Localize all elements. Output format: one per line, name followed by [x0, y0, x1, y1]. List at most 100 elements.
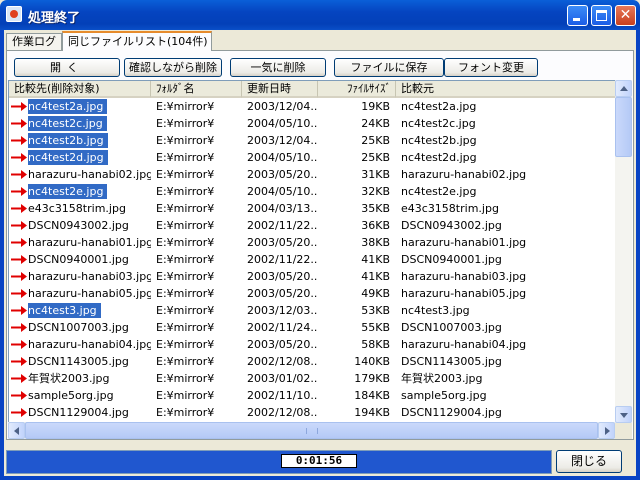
target-cell[interactable]: DSCN1129004.jpg: [9, 404, 151, 421]
horizontal-scroll-thumb[interactable]: [25, 422, 598, 439]
table-row[interactable]: DSCN1143005.jpg E:¥mirror¥ 2002/12/08... 14…: [9, 353, 616, 370]
target-cell[interactable]: nc4test2c.jpg: [9, 115, 151, 132]
maximize-button[interactable]: [591, 5, 612, 26]
table-row[interactable]: DSCN1007003.jpg E:¥mirror¥ 2002/11/24... 55…: [9, 319, 616, 336]
table-row[interactable]: nc4test2b.jpg E:¥mirror¥ 2003/12/04... 25KB…: [9, 132, 616, 149]
target-cell[interactable]: DSCN0940001.jpg: [9, 251, 151, 268]
column-header-modified[interactable]: 更新日時: [242, 81, 318, 98]
scroll-left-button[interactable]: [8, 422, 25, 439]
table-row[interactable]: harazuru-hanabi03.jpg E:¥mirror¥ 2003/05/2…: [9, 268, 616, 285]
column-header-source[interactable]: 比較元: [396, 81, 616, 98]
bulk-delete-button[interactable]: 一気に削除: [230, 58, 326, 77]
scroll-down-button[interactable]: [615, 406, 632, 423]
horizontal-scrollbar[interactable]: [8, 422, 615, 439]
target-cell[interactable]: DSCN1007003.jpg: [9, 319, 151, 336]
target-cell[interactable]: nc4test3.jpg: [9, 302, 151, 319]
table-row[interactable]: DSCN0943002.jpg E:¥mirror¥ 2002/11/22... 36…: [9, 217, 616, 234]
size-cell: 194KB: [354, 406, 390, 419]
folder-cell: E:¥mirror¥: [156, 168, 215, 181]
tab-work-log[interactable]: 作業ログ: [6, 33, 62, 50]
target-filename: harazuru-hanabi04.jpg: [28, 338, 151, 351]
target-cell[interactable]: DSCN1143005.jpg: [9, 353, 151, 370]
window-frame-left: [0, 30, 4, 480]
table-row[interactable]: sample5org.jpg E:¥mirror¥ 2002/11/10... 184…: [9, 387, 616, 404]
scroll-up-button[interactable]: [615, 80, 632, 97]
close-button[interactable]: 閉じる: [556, 450, 622, 473]
source-cell: DSCN1007003.jpg: [401, 321, 502, 334]
target-cell[interactable]: nc4test2e.jpg: [9, 183, 151, 200]
confirm-delete-button[interactable]: 確認しながら削除: [124, 58, 222, 77]
folder-cell: E:¥mirror¥: [156, 219, 215, 232]
table-row[interactable]: harazuru-hanabi04.jpg E:¥mirror¥ 2003/05/2…: [9, 336, 616, 353]
size-cell: 35KB: [361, 202, 390, 215]
target-cell[interactable]: e43c3158trim.jpg: [9, 200, 151, 217]
source-cell: harazuru-hanabi05.jpg: [401, 287, 527, 300]
size-cell: 55KB: [361, 321, 390, 334]
target-cell[interactable]: harazuru-hanabi04.jpg: [9, 336, 151, 353]
target-cell[interactable]: 年賀状2003.jpg: [9, 370, 151, 387]
modified-cell: 2002/11/22...: [247, 219, 317, 232]
app-icon[interactable]: [6, 6, 22, 22]
column-header-target[interactable]: 比較先(削除対象): [9, 81, 151, 98]
modified-cell: 2003/12/04...: [247, 100, 317, 113]
window-frame-bottom: [0, 476, 640, 480]
target-cell[interactable]: DSCN0943002.jpg: [9, 217, 151, 234]
window-frame-right: [636, 30, 640, 480]
arrow-right-icon: [11, 255, 27, 264]
modified-cell: 2003/05/20...: [247, 168, 317, 181]
size-cell: 25KB: [361, 151, 390, 164]
target-cell[interactable]: nc4test2d.jpg: [9, 149, 151, 166]
source-cell: e43c3158trim.jpg: [401, 202, 499, 215]
close-window-button[interactable]: ✕: [615, 5, 636, 26]
modified-cell: 2004/05/10...: [247, 117, 317, 130]
table-row[interactable]: nc4test2c.jpg E:¥mirror¥ 2004/05/10... 24KB…: [9, 115, 616, 132]
table-row[interactable]: nc4test2e.jpg E:¥mirror¥ 2004/05/10... 32KB…: [9, 183, 616, 200]
table-row[interactable]: nc4test3.jpg E:¥mirror¥ 2003/12/03... 53KB n…: [9, 302, 616, 319]
target-cell[interactable]: nc4test2b.jpg: [9, 132, 151, 149]
target-cell[interactable]: harazuru-hanabi03.jpg: [9, 268, 151, 285]
target-filename: nc4test2d.jpg: [28, 150, 108, 165]
table-row[interactable]: harazuru-hanabi02.jpg E:¥mirror¥ 2003/05/2…: [9, 166, 616, 183]
table-row[interactable]: e43c3158trim.jpg E:¥mirror¥ 2004/03/13... 3…: [9, 200, 616, 217]
modified-cell: 2004/05/10...: [247, 151, 317, 164]
folder-cell: E:¥mirror¥: [156, 151, 215, 164]
target-filename: DSCN1143005.jpg: [28, 355, 129, 368]
vertical-scroll-thumb[interactable]: [615, 97, 632, 157]
source-cell: nc4test3.jpg: [401, 304, 470, 317]
table-row[interactable]: DSCN0940001.jpg E:¥mirror¥ 2002/11/22... 41…: [9, 251, 616, 268]
table-row[interactable]: DSCN1129004.jpg E:¥mirror¥ 2002/12/08... 19…: [9, 404, 616, 421]
target-cell[interactable]: nc4test2a.jpg: [9, 98, 151, 115]
modified-cell: 2004/05/10...: [247, 185, 317, 198]
table-row[interactable]: nc4test2a.jpg E:¥mirror¥ 2003/12/04... 19KB…: [9, 98, 616, 115]
arrow-right-icon: [11, 238, 27, 247]
source-cell: harazuru-hanabi02.jpg: [401, 168, 527, 181]
table-row[interactable]: 年賀状2003.jpg E:¥mirror¥ 2003/01/02... 179KB 年…: [9, 370, 616, 387]
scroll-right-button[interactable]: [598, 422, 615, 439]
save-to-file-button[interactable]: ファイルに保存: [334, 58, 444, 77]
title-bar[interactable]: 処理終了 ✕: [0, 0, 640, 30]
target-cell[interactable]: harazuru-hanabi02.jpg: [9, 166, 151, 183]
minimize-button[interactable]: [567, 5, 588, 26]
table-row[interactable]: harazuru-hanabi01.jpg E:¥mirror¥ 2003/05/2…: [9, 234, 616, 251]
target-cell[interactable]: harazuru-hanabi01.jpg: [9, 234, 151, 251]
vertical-scrollbar[interactable]: [615, 80, 632, 423]
target-cell[interactable]: sample5org.jpg: [9, 387, 151, 404]
open-button[interactable]: 開く: [14, 58, 120, 77]
target-filename: nc4test2e.jpg: [28, 184, 108, 199]
size-cell: 184KB: [354, 389, 390, 402]
size-cell: 25KB: [361, 134, 390, 147]
folder-cell: E:¥mirror¥: [156, 134, 215, 147]
minimize-icon: [573, 18, 580, 21]
target-cell[interactable]: harazuru-hanabi05.jpg: [9, 285, 151, 302]
duplicate-file-list[interactable]: 比較先(削除対象) ﾌｫﾙﾀﾞ名 更新日時 ﾌｧｲﾙｻｲｽﾞ 比較元 nc4te…: [8, 80, 616, 423]
tab-duplicate-list[interactable]: 同じファイルリスト(104件): [62, 31, 212, 51]
modified-cell: 2003/05/20...: [247, 236, 317, 249]
column-header-folder[interactable]: ﾌｫﾙﾀﾞ名: [151, 81, 242, 98]
change-font-button[interactable]: フォント変更: [444, 58, 538, 77]
table-row[interactable]: harazuru-hanabi05.jpg E:¥mirror¥ 2003/05/2…: [9, 285, 616, 302]
size-cell: 49KB: [361, 287, 390, 300]
column-header-size[interactable]: ﾌｧｲﾙｻｲｽﾞ: [318, 81, 396, 98]
size-cell: 32KB: [361, 185, 390, 198]
folder-cell: E:¥mirror¥: [156, 253, 215, 266]
table-row[interactable]: nc4test2d.jpg E:¥mirror¥ 2004/05/10... 25KB…: [9, 149, 616, 166]
